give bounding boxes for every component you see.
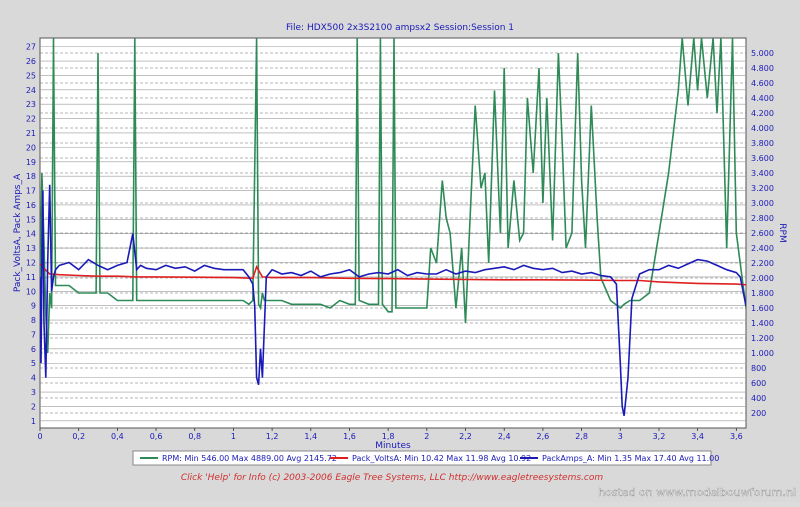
left-tick-label: 2 [31,402,36,411]
right-tick-label: 1.400 [751,319,774,328]
left-tick-label: 25 [26,71,36,80]
right-tick-label: 4.600 [751,79,774,88]
right-tick-label: 3.200 [751,184,774,193]
left-tick-label: 12 [26,259,36,268]
left-tick-label: 8 [31,316,36,325]
right-tick-label: 1.200 [751,334,774,343]
right-tick-label: 4.400 [751,94,774,103]
legend: RPM: Min 546.00 Max 4889.00 Avg 2145.72 P… [140,454,719,463]
footer-text: Click 'Help' for Info (c) 2003-2006 Eagl… [181,473,603,483]
left-tick-label: 24 [26,86,36,95]
left-tick-label: 14 [26,230,36,239]
right-tick-label: 1.600 [751,304,774,313]
left-tick-label: 21 [26,129,36,138]
chart-window: File: HDX500 2x3S2100 ampsx2 Session:Ses… [0,0,800,502]
left-tick-label: 17 [26,187,36,196]
x-tick-label: 3,6 [730,432,743,441]
x-tick-label: 3 [618,432,623,441]
x-tick-label: 1,8 [382,432,395,441]
y-axis-label-right: RPM [777,223,787,242]
left-tick-label: 27 [26,43,36,52]
left-tick-label: 5 [31,359,36,368]
y-axis-label-left: Pack_VoltsA, Pack Amps_A [13,173,23,292]
left-tick-label: 3 [31,388,36,397]
x-tick-label: 0,6 [150,432,163,441]
left-tick-label: 13 [26,244,36,253]
x-tick-label: 1 [231,432,236,441]
right-tick-label: 2.000 [751,274,774,283]
x-tick-label: 0,4 [111,432,124,441]
chart-title: File: HDX500 2x3S2100 ampsx2 Session:Ses… [286,23,514,33]
right-tick-label: 4.000 [751,124,774,133]
right-tick-label: 600 [751,379,766,388]
left-tick-label: 20 [26,143,36,152]
legend-entry: Pack_VoltsA: Min 10.42 Max 11.98 Avg 10.… [352,454,531,463]
left-tick-label: 7 [31,330,36,339]
right-tick-label: 3.800 [751,139,774,148]
left-tick-label: 10 [26,287,36,296]
legend-entry: RPM: Min 546.00 Max 4889.00 Avg 2145.72 [162,454,337,463]
right-tick-label: 4.800 [751,64,774,73]
right-tick-label: 2.600 [751,229,774,238]
chart-svg: File: HDX500 2x3S2100 ampsx2 Session:Ses… [0,0,800,502]
x-tick-label: 0,2 [72,432,85,441]
left-tick-label: 23 [26,100,36,109]
x-tick-label: 2,6 [537,432,550,441]
x-axis-label: Minutes [375,441,411,451]
x-tick-label: 1,6 [343,432,356,441]
right-tick-label: 1.800 [751,289,774,298]
legend-entry: PackAmps_A: Min 1.35 Max 17.40 Avg 11.00 [542,454,719,463]
x-tick-label: 0 [37,432,42,441]
x-tick-label: 2,4 [498,432,511,441]
x-tick-label: 0,8 [188,432,201,441]
x-tick-label: 2,2 [459,432,472,441]
right-tick-label: 1.000 [751,349,774,358]
x-tick-label: 3,2 [653,432,666,441]
watermark-text: hosted on www.modelbouwforum.nl [598,486,796,499]
left-tick-label: 11 [26,273,36,282]
x-tick-label: 1,2 [266,432,279,441]
right-tick-label: 4.200 [751,109,774,118]
right-tick-label: 3.000 [751,199,774,208]
right-tick-label: 3.400 [751,169,774,178]
x-tick-label: 2 [424,432,429,441]
left-tick-label: 9 [31,302,36,311]
left-tick-label: 16 [26,201,36,210]
right-tick-label: 2.800 [751,214,774,223]
x-tick-label: 1,4 [304,432,317,441]
left-tick-label: 4 [31,374,36,383]
left-tick-label: 26 [26,57,36,66]
right-tick-label: 400 [751,394,766,403]
left-tick-label: 1 [31,417,36,426]
left-tick-label: 19 [26,158,36,167]
right-tick-label: 200 [751,409,766,418]
right-tick-label: 2.200 [751,259,774,268]
x-tick-label: 2,8 [575,432,588,441]
x-tick-label: 3,4 [691,432,704,441]
right-tick-label: 2.400 [751,244,774,253]
right-tick-label: 800 [751,364,766,373]
left-tick-label: 18 [26,172,36,181]
right-tick-label: 5.000 [751,49,774,58]
left-tick-label: 22 [26,115,36,124]
left-tick-label: 15 [26,215,36,224]
right-tick-label: 3.600 [751,154,774,163]
left-tick-label: 6 [31,345,36,354]
